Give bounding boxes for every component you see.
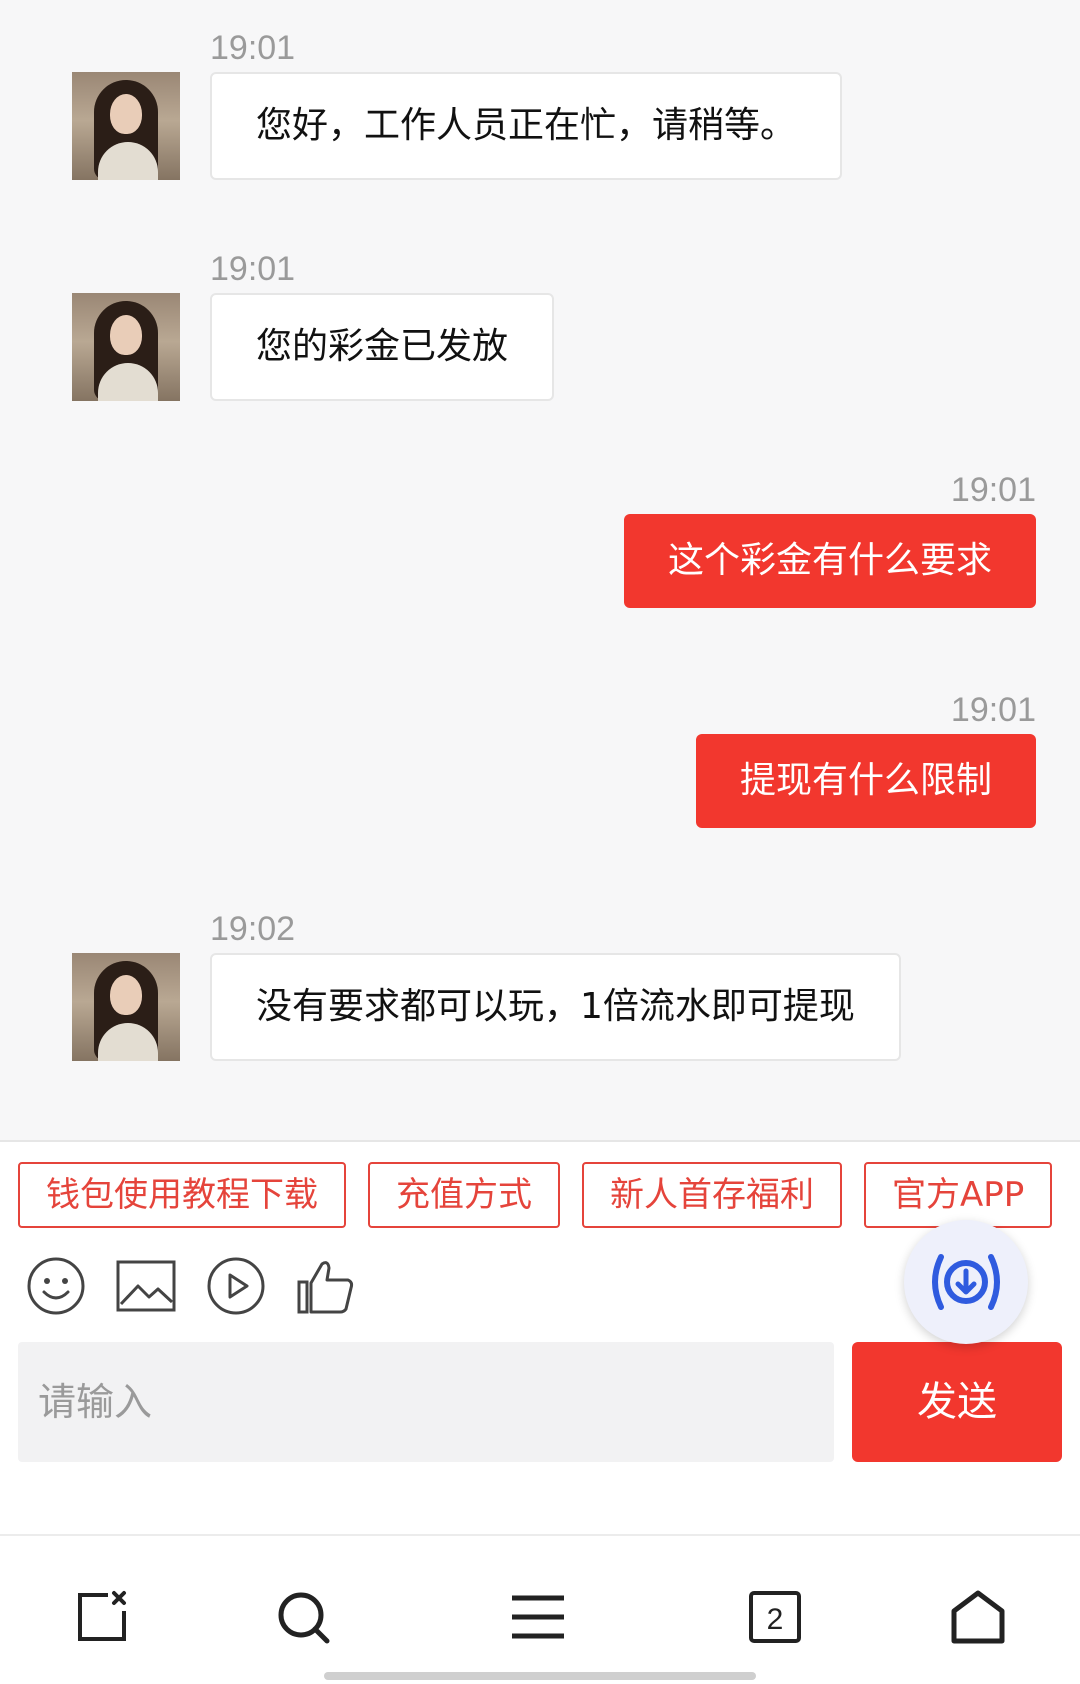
close-tab-icon[interactable] — [67, 1582, 137, 1652]
message-bubble: 您的彩金已发放 — [210, 293, 555, 401]
quick-reply-official-app[interactable]: 官方APP — [864, 1162, 1053, 1228]
tabs-counter-button[interactable]: 2 — [740, 1582, 810, 1652]
chat-area: 19:01 您好，工作人员正在忙，请稍等。 19:01 您的彩金已发放 19:0… — [0, 0, 1080, 1140]
message-time: 19:01 — [950, 691, 1036, 729]
quick-reply-first-deposit-bonus[interactable]: 新人首存福利 — [582, 1162, 842, 1228]
message-input[interactable]: 请输入 — [18, 1342, 834, 1462]
download-icon — [932, 1254, 1000, 1310]
message-time: 19:01 — [210, 29, 296, 67]
video-icon[interactable] — [204, 1254, 268, 1318]
message-time: 19:01 — [950, 471, 1036, 509]
quick-reply-deposit-methods[interactable]: 充值方式 — [368, 1162, 560, 1228]
agent-avatar[interactable] — [72, 72, 180, 180]
message-time: 19:01 — [210, 250, 296, 288]
message-bubble: 这个彩金有什么要求 — [623, 514, 1036, 608]
message-bubble: 提现有什么限制 — [695, 734, 1036, 828]
quick-reply-wallet-tutorial[interactable]: 钱包使用教程下载 — [18, 1162, 346, 1228]
send-button[interactable]: 发送 — [852, 1342, 1062, 1462]
download-float-button[interactable] — [904, 1220, 1028, 1344]
image-icon[interactable] — [114, 1254, 178, 1318]
menu-icon[interactable] — [503, 1582, 573, 1652]
quick-reply-bar: 钱包使用教程下载 充值方式 新人首存福利 官方APP — [18, 1162, 1062, 1230]
composer-panel: 钱包使用教程下载 充值方式 新人首存福利 官方APP 请输入 发送 — [0, 1140, 1080, 1534]
agent-avatar[interactable] — [72, 293, 180, 401]
search-icon[interactable] — [268, 1582, 338, 1652]
tabs-count: 2 — [767, 1603, 784, 1636]
browser-nav-bar: 2 — [0, 1534, 1080, 1684]
agent-avatar[interactable] — [72, 953, 180, 1061]
home-indicator — [324, 1672, 756, 1680]
home-icon[interactable] — [943, 1582, 1013, 1652]
thumbs-up-icon[interactable] — [294, 1254, 358, 1318]
message-bubble: 没有要求都可以玩，1倍流水即可提现 — [210, 953, 901, 1061]
emoji-icon[interactable] — [24, 1254, 88, 1318]
message-bubble: 您好，工作人员正在忙，请稍等。 — [210, 72, 843, 180]
message-time: 19:02 — [210, 910, 296, 948]
